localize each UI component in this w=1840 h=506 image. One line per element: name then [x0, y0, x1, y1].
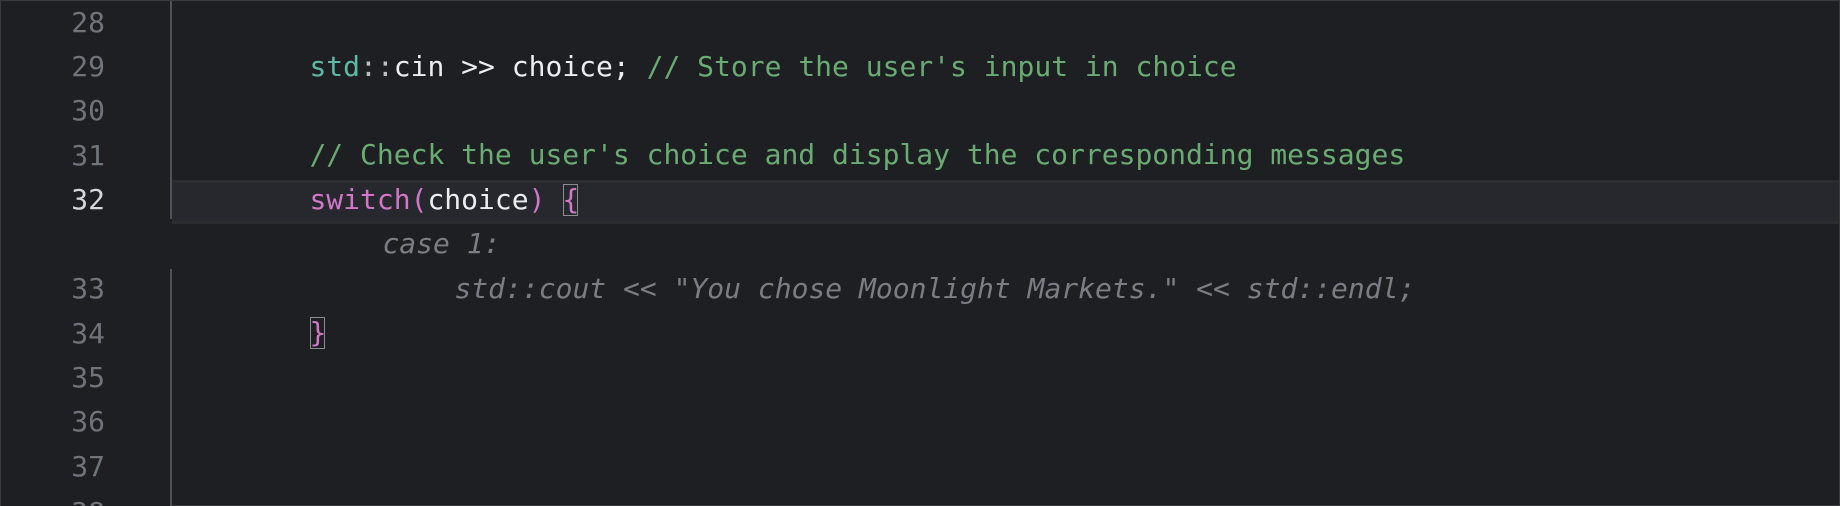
code-line[interactable]: switch(choice) {: [242, 134, 579, 216]
line-number: 30: [71, 94, 105, 127]
line-number: 33: [71, 272, 105, 305]
scope-operator: ::: [360, 50, 394, 83]
line-number-partial: 38: [1, 491, 105, 506]
close-paren: ): [528, 183, 546, 216]
code-line[interactable]: std::cin >> choice; // Store the user's …: [242, 1, 1236, 83]
line-number: 29: [71, 50, 105, 83]
code-line[interactable]: // Check the user's choice and display t…: [242, 89, 1405, 171]
matched-brace-close: }: [309, 316, 327, 349]
gutter-divider: [170, 269, 172, 506]
namespace-token: std: [309, 50, 361, 83]
comment-token: // Store the user's input in choice: [646, 50, 1237, 83]
line-number-current: 32: [71, 183, 105, 216]
line-number: 35: [71, 361, 105, 394]
inline-suggestion: std::cout << "You chose Moonlight Market…: [454, 272, 1416, 305]
line-number: 37: [71, 450, 105, 483]
line-number: 31: [71, 139, 105, 172]
code-line-current[interactable]: case 1:: [315, 178, 500, 260]
code-line[interactable]: }: [242, 267, 326, 349]
line-number: 28: [71, 6, 105, 39]
statement-text: >> choice;: [444, 50, 647, 83]
line-number-gutter: 28 29 30 31 32 33 34 35 36 37 38: [1, 1, 171, 506]
inline-suggestion-continuation: std::cout << "You chose Moonlight Market…: [387, 223, 1415, 305]
line-number: 34: [71, 317, 105, 350]
code-editor[interactable]: 28 29 30 31 32 33 34 35 36 37 38 std::ci…: [0, 0, 1840, 506]
line-number: 36: [71, 405, 105, 438]
matched-brace-open: {: [562, 183, 580, 216]
identifier-token: cin: [393, 50, 445, 83]
